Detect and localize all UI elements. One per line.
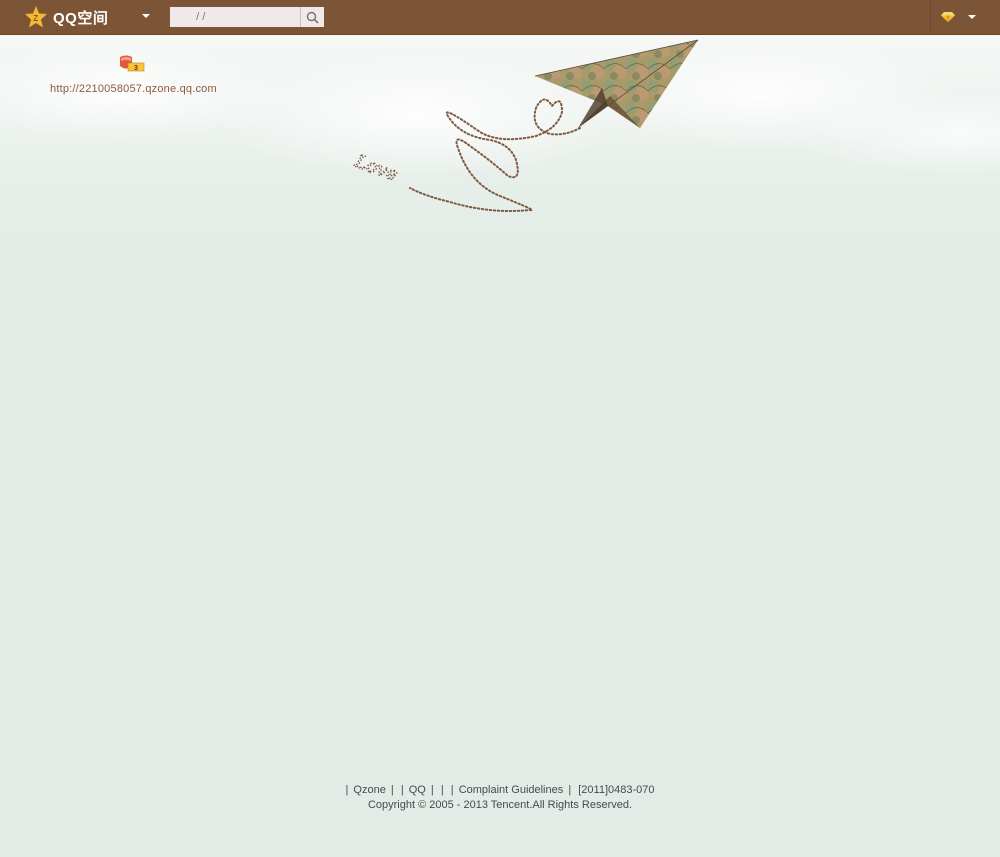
level-badge-text: 3 (134, 65, 138, 72)
footer-link-complaint-guidelines[interactable]: Complaint Guidelines (459, 784, 564, 796)
paper-airplane-illustration: Love (351, 39, 699, 212)
top-navigation-bar: Z QQ空间 (0, 0, 1000, 35)
level-badge-icon: 3 (120, 55, 145, 72)
search-button[interactable] (300, 7, 324, 27)
diamond-icon[interactable] (941, 12, 955, 22)
love-text: Love (351, 151, 400, 186)
search-icon (306, 11, 319, 24)
footer-license-number: [2011]0483-070 (578, 784, 655, 796)
qzone-logo[interactable]: Z QQ空间 (24, 4, 108, 30)
footer-separator: | (345, 784, 349, 796)
divider (930, 0, 931, 34)
copyright-text: Copyright © 2005 - 2013 Tencent.All Righ… (367, 799, 633, 811)
footer-separator: | (440, 784, 444, 796)
logo-text: QQ空间 (53, 9, 109, 27)
footer-separator: | (400, 784, 404, 796)
footer-link-qq[interactable]: QQ (409, 784, 426, 796)
profile-url-link[interactable]: http://2210058057.qzone.qq.com (50, 83, 217, 95)
footer-links: | Qzone | | QQ | | | Complaint Guideline… (0, 783, 1000, 798)
footer-separator: | (450, 784, 454, 796)
chevron-down-icon[interactable] (968, 15, 976, 19)
svg-text:Z: Z (33, 14, 38, 23)
footer-separator: | (390, 784, 394, 796)
footer-link-qzone[interactable]: Qzone (353, 784, 385, 796)
star-logo-icon: Z (25, 6, 47, 28)
footer-separator: | (430, 784, 434, 796)
chevron-down-icon[interactable] (142, 14, 150, 18)
page-footer: | Qzone | | QQ | | | Complaint Guideline… (0, 783, 1000, 813)
footer-separator: | (568, 784, 572, 796)
search-input[interactable] (170, 7, 300, 27)
